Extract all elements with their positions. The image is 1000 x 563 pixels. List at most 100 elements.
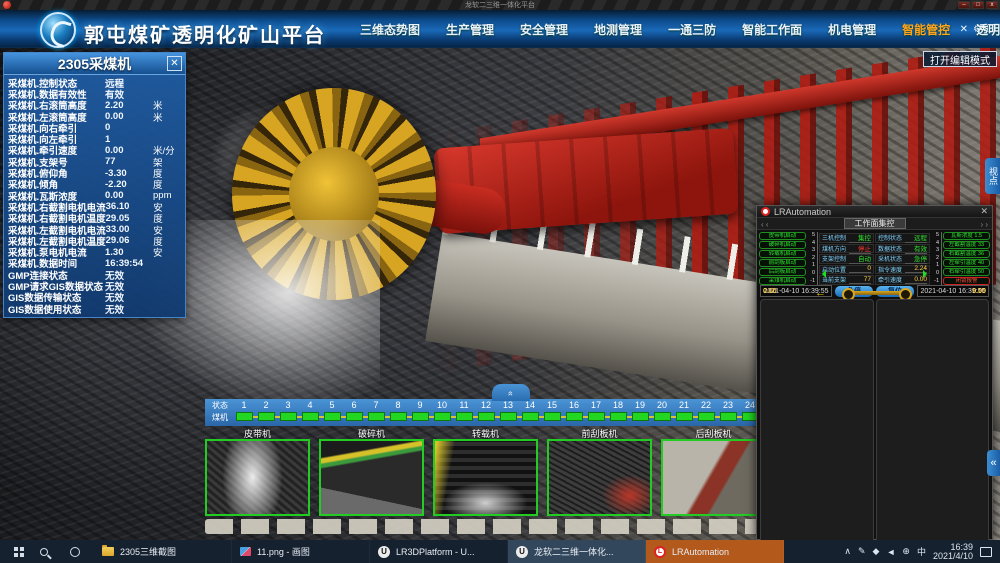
tray-date: 2021/4/10 (933, 551, 973, 561)
support-status-cell[interactable]: 22 (695, 400, 717, 425)
status-block (478, 412, 495, 421)
network-icon[interactable]: ⊕ (902, 546, 910, 557)
support-status-cell[interactable]: 19 (629, 400, 651, 425)
scale-tick: 3 (807, 247, 818, 255)
status-row: 煤机方向 停止 (819, 244, 874, 254)
menu-item[interactable]: 智能工作面 (742, 21, 802, 38)
support-status-cell[interactable]: 5 (321, 400, 343, 425)
taskbar-item[interactable]: 2305三维截图 (94, 540, 232, 563)
support-status-cell[interactable]: 11 (453, 400, 475, 425)
support-status-cell[interactable]: 18 (607, 400, 629, 425)
support-status-cell[interactable]: 9 (409, 400, 431, 425)
support-status-cell[interactable]: 3 (277, 400, 299, 425)
support-status-cell[interactable]: 13 (497, 400, 519, 425)
ime-indicator[interactable]: 中 (917, 545, 926, 558)
start-button[interactable] (14, 547, 18, 551)
status-block (500, 412, 517, 421)
collapse-bottom-tab[interactable]: « (492, 384, 530, 401)
menu-item[interactable]: 一通三防 (668, 21, 716, 38)
taskbar-item[interactable]: L LRAutomation (646, 540, 784, 563)
device-start-button[interactable]: 采煤机启动 (759, 277, 806, 285)
support-status-cell[interactable]: 17 (585, 400, 607, 425)
camera-thumbnail[interactable] (433, 439, 538, 516)
speaker-icon[interactable]: ◄ (886, 547, 895, 557)
scale-tick: -1 (931, 278, 942, 286)
collapse-panel-tab[interactable]: « (987, 450, 1000, 476)
support-status-cell[interactable]: 7 (365, 400, 387, 425)
support-status-cell[interactable]: 15 (541, 400, 563, 425)
taskbar-item[interactable]: U 龙软二三维一体化... (508, 540, 646, 563)
support-status-cell[interactable]: 23 (717, 400, 739, 425)
tab-workface-control[interactable]: 工作面集控 (844, 218, 906, 229)
device-start-button[interactable]: 转载机启动 (759, 250, 806, 258)
task-icon (240, 547, 251, 556)
sensor-readout-button[interactable]: 左牵引温度 40 (943, 259, 990, 267)
tool-restore-icon[interactable]: ❐ (987, 24, 996, 35)
shield-icon[interactable]: ◆ (873, 546, 880, 557)
device-start-button[interactable]: 后刮板启动 (759, 268, 806, 276)
notification-icon[interactable] (980, 547, 992, 557)
taskbar-item[interactable]: U LR3DPlatform - U... (370, 540, 508, 563)
menu-item[interactable]: 机电管理 (828, 21, 876, 38)
support-status-cell[interactable]: 4 (299, 400, 321, 425)
lr-close-icon[interactable]: ✕ (980, 206, 988, 217)
camera-thumbnail[interactable] (547, 439, 652, 516)
lockout-alarm-button[interactable]: 闭锁报警 (943, 277, 990, 285)
device-start-button[interactable]: 皮带机启动 (759, 232, 806, 240)
support-status-cell[interactable]: 1 (233, 400, 255, 425)
taskbar-item[interactable]: 11.png - 画图 (232, 540, 370, 563)
tab-scroll-right-icon[interactable]: › › (980, 220, 988, 229)
camera-thumbnail[interactable] (205, 439, 310, 516)
status-block (412, 412, 429, 421)
camera-card[interactable]: 破碎机 (319, 427, 424, 516)
sensor-readout-button[interactable]: 左截割温度 33 (943, 241, 990, 249)
camera-thumbnail[interactable] (661, 439, 766, 516)
tool-gear-icon[interactable]: ⚙ (973, 24, 982, 35)
shearer-mini-icon (849, 291, 905, 295)
support-status-cell[interactable]: 20 (651, 400, 673, 425)
camera-card[interactable]: 前刮板机 (547, 427, 652, 516)
sensor-readout-button[interactable]: 瓦斯浓度 1.5 (943, 232, 990, 240)
thumbnail-pager-strip[interactable] (205, 519, 765, 534)
camera-card[interactable]: 后刮板机 (661, 427, 766, 516)
panel-close-icon[interactable]: ✕ (167, 56, 182, 71)
status-block (698, 412, 715, 421)
status-block (632, 412, 649, 421)
menu-item[interactable]: 地测管理 (594, 21, 642, 38)
lr-titlebar[interactable]: LRAutomation ✕ (757, 206, 992, 217)
left-position-value: 0.00 (763, 288, 777, 295)
camera-thumbnail[interactable] (319, 439, 424, 516)
support-status-cell[interactable]: 6 (343, 400, 365, 425)
device-start-button[interactable]: 破碎机启动 (759, 241, 806, 249)
tab-scroll-left-icon[interactable]: ‹ ‹ (761, 220, 769, 229)
close-button[interactable]: x (986, 1, 998, 9)
search-icon[interactable] (40, 548, 48, 556)
sensor-readout-button[interactable]: 右截割温度 36 (943, 250, 990, 258)
camera-card[interactable]: 皮带机 (205, 427, 310, 516)
camera-card[interactable]: 转载机 (433, 427, 538, 516)
menu-item[interactable]: 生产管理 (446, 21, 494, 38)
maximize-button[interactable]: □ (972, 1, 984, 9)
open-edit-mode-button[interactable]: 打开编辑模式 (923, 51, 997, 67)
support-status-cell[interactable]: 14 (519, 400, 541, 425)
menu-item[interactable]: 智能管控 (902, 21, 950, 38)
support-status-cell[interactable]: 16 (563, 400, 585, 425)
sensor-readout-button[interactable]: 右牵引温度 50 (943, 268, 990, 276)
tool-wrench-icon[interactable]: ✕ (960, 24, 968, 35)
menu-item[interactable]: 安全管理 (520, 21, 568, 38)
support-status-cell[interactable]: 10 (431, 400, 453, 425)
tray-chevron-icon[interactable]: ∧ (844, 546, 851, 557)
menu-item[interactable]: 三维态势图 (360, 21, 420, 38)
clock[interactable]: 16:39 2021/4/10 (933, 543, 973, 561)
viewpoint-tab[interactable]: 视点 (985, 158, 1000, 194)
minimize-button[interactable]: – (958, 1, 970, 9)
support-status-cell[interactable]: 21 (673, 400, 695, 425)
device-start-button[interactable]: 前刮板启动 (759, 259, 806, 267)
support-status-cell[interactable]: 12 (475, 400, 497, 425)
cortana-icon[interactable] (70, 547, 80, 557)
support-status-cell[interactable]: 8 (387, 400, 409, 425)
support-status-cell[interactable]: 2 (255, 400, 277, 425)
top-navbar: 郭屯煤矿透明化矿山平台 三维态势图 生产管理 安全管理 地测管理 一通三防 智能… (0, 10, 1000, 48)
pen-icon[interactable]: ✎ (858, 546, 866, 557)
chevron-down-icon: « (506, 390, 516, 394)
